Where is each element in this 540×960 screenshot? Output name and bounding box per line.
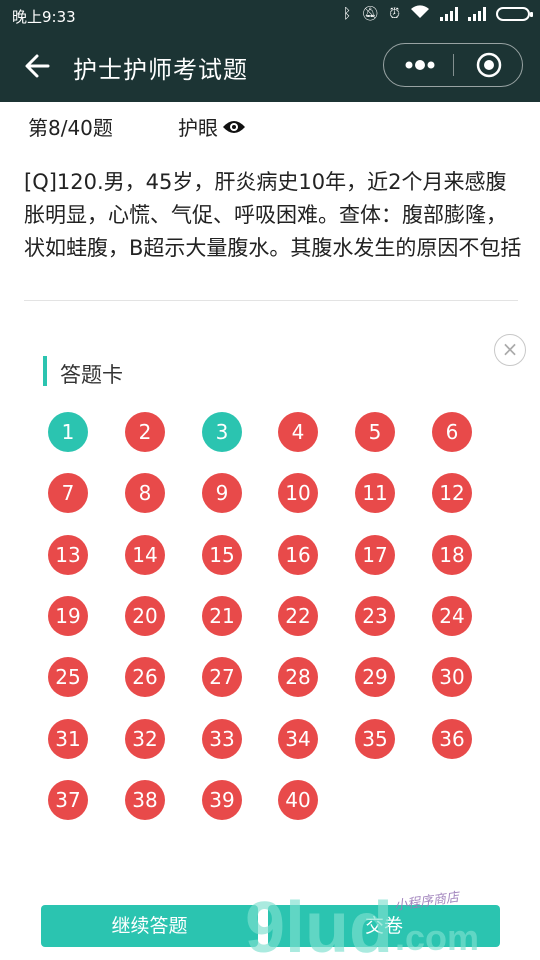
capsule-divider — [453, 54, 454, 76]
question-number-button[interactable]: 23 — [355, 596, 395, 636]
question-number-button[interactable]: 15 — [202, 535, 242, 575]
page-title: 护士护师考试题 — [73, 56, 248, 84]
more-dots-icon — [405, 60, 435, 70]
submit-button[interactable]: 交卷 — [268, 905, 500, 947]
question-counter: 第8/40题 — [28, 116, 113, 140]
question-number-button[interactable]: 40 — [278, 780, 318, 820]
question-number-button[interactable]: 8 — [125, 473, 165, 513]
app-header: 护士护师考试题 — [0, 30, 540, 102]
question-number-button[interactable]: 11 — [355, 473, 395, 513]
question-number-button[interactable]: 33 — [202, 719, 242, 759]
card-title-accent — [43, 356, 47, 386]
mute-icon: 🔕︎ — [361, 6, 380, 22]
continue-button[interactable]: 继续答题 — [41, 905, 258, 947]
question-number-button[interactable]: 13 — [48, 535, 88, 575]
question-text: [Q]120.男，45岁，肝炎病史10年，近2个月来感腹胀明显，心慌、气促、呼吸… — [24, 170, 522, 260]
close-icon: × — [501, 337, 519, 361]
signal-icon — [440, 7, 458, 21]
battery-icon — [496, 7, 533, 21]
signal-icon — [468, 7, 486, 21]
question-number-button[interactable]: 16 — [278, 535, 318, 575]
question-number-button[interactable]: 25 — [48, 657, 88, 697]
eye-icon — [223, 120, 245, 133]
question-number-button[interactable]: 32 — [125, 719, 165, 759]
question-number-button[interactable]: 19 — [48, 596, 88, 636]
question-number-button[interactable]: 21 — [202, 596, 242, 636]
question-number-button[interactable]: 18 — [432, 535, 472, 575]
mini-program-capsule — [383, 43, 523, 87]
divider — [24, 300, 518, 301]
more-button[interactable] — [402, 53, 438, 77]
bluetooth-icon: ᛒ — [342, 6, 352, 22]
question-number-button[interactable]: 3 — [202, 412, 242, 452]
status-icons: ᛒ 🔕︎ ⏰︎ — [342, 5, 533, 23]
eye-mode-label: 护眼 — [178, 116, 218, 140]
question-number-button[interactable]: 9 — [202, 473, 242, 513]
question-number-button[interactable]: 29 — [355, 657, 395, 697]
exit-button[interactable] — [476, 52, 502, 78]
question-number-button[interactable]: 36 — [432, 719, 472, 759]
question-number-button[interactable]: 5 — [355, 412, 395, 452]
eye-mode-toggle[interactable]: 护眼 — [178, 112, 246, 141]
question-number-button[interactable]: 10 — [278, 473, 318, 513]
question-number-button[interactable]: 17 — [355, 535, 395, 575]
question-number-button[interactable]: 6 — [432, 412, 472, 452]
question-number-button[interactable]: 34 — [278, 719, 318, 759]
question-number-button[interactable]: 30 — [432, 657, 472, 697]
close-button[interactable]: × — [494, 334, 526, 366]
wifi-icon — [410, 5, 430, 23]
question-number-button[interactable]: 2 — [125, 412, 165, 452]
question-number-button[interactable]: 35 — [355, 719, 395, 759]
status-time: 晚上9:33 — [12, 8, 76, 26]
question-number-button[interactable]: 37 — [48, 780, 88, 820]
question-number-button[interactable]: 24 — [432, 596, 472, 636]
question-number-button[interactable]: 28 — [278, 657, 318, 697]
question-number-button[interactable]: 26 — [125, 657, 165, 697]
back-button[interactable] — [20, 48, 56, 84]
question-number-button[interactable]: 39 — [202, 780, 242, 820]
question-number-button[interactable]: 38 — [125, 780, 165, 820]
question-number-button[interactable]: 4 — [278, 412, 318, 452]
question-number-button[interactable]: 1 — [48, 412, 88, 452]
question-number-button[interactable]: 22 — [278, 596, 318, 636]
question-number-button[interactable]: 20 — [125, 596, 165, 636]
alarm-icon: ⏰︎ — [389, 6, 400, 22]
answer-card-title: 答题卡 — [60, 363, 123, 387]
question-number-button[interactable]: 27 — [202, 657, 242, 697]
status-bar: 晚上9:33 ᛒ 🔕︎ ⏰︎ — [0, 0, 540, 30]
question-number-button[interactable]: 12 — [432, 473, 472, 513]
question-number-button[interactable]: 7 — [48, 473, 88, 513]
question-number-button[interactable]: 14 — [125, 535, 165, 575]
target-icon — [476, 52, 502, 78]
arrow-left-icon — [25, 54, 50, 78]
question-number-button[interactable]: 31 — [48, 719, 88, 759]
